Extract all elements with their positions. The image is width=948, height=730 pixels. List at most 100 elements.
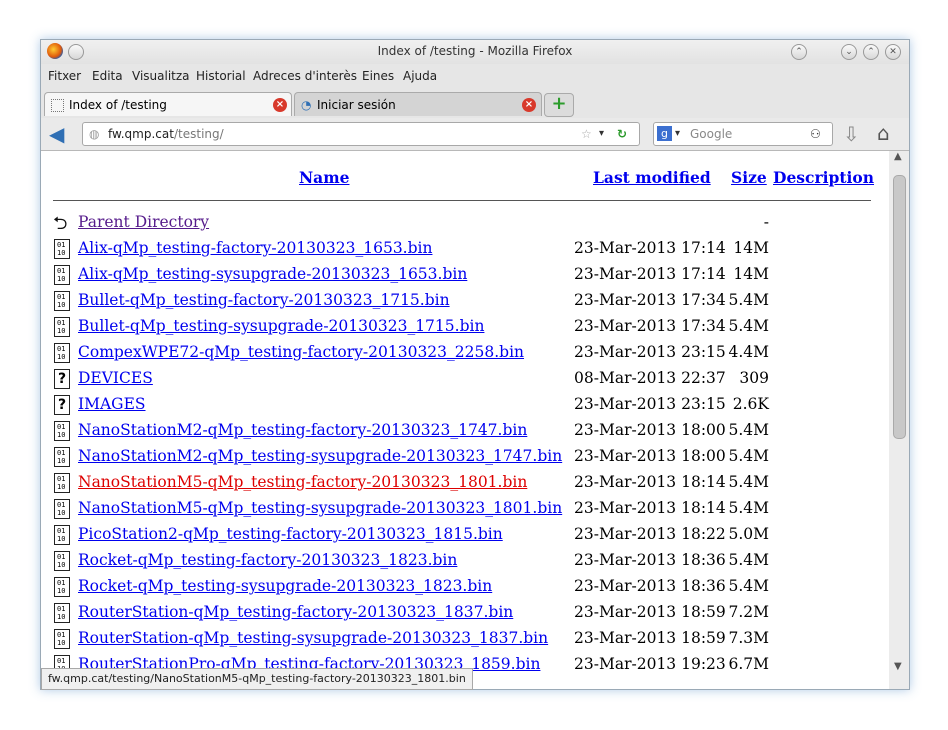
download-icon[interactable]: ⇩ xyxy=(843,122,860,146)
binary-file-icon: 01 10 xyxy=(54,291,70,311)
file-date: 23-Mar-2013 18:36 xyxy=(574,551,726,569)
binoculars-icon[interactable]: ⚇ xyxy=(810,123,821,145)
file-size: 7.2M xyxy=(728,603,769,621)
reload-icon[interactable]: ↻ xyxy=(617,123,627,145)
binary-file-icon: 01 10 xyxy=(54,473,70,493)
file-date: 23-Mar-2013 18:14 xyxy=(574,473,726,491)
table-row: ? DEVICES 08-Mar-2013 22:37 309 xyxy=(41,366,889,392)
file-link[interactable]: DEVICES xyxy=(78,369,153,387)
parent-directory-link[interactable]: Parent Directory xyxy=(78,213,209,231)
file-link[interactable]: NanoStationM2-qMp_testing-sysupgrade-201… xyxy=(78,447,562,465)
binary-file-icon: 01 10 xyxy=(54,577,70,597)
file-date: 23-Mar-2013 19:23 xyxy=(574,655,726,673)
table-row: 01 10 RouterStation-qMp_testing-factory-2… xyxy=(41,600,889,626)
scroll-down-icon[interactable]: ▼ xyxy=(894,661,902,672)
minimize-button[interactable]: ⌄ xyxy=(841,44,857,60)
scrollbar-thumb[interactable] xyxy=(893,175,906,439)
back-arrow-icon[interactable]: ◀ xyxy=(49,123,71,145)
binary-file-icon: 01 10 xyxy=(54,239,70,259)
header-last-modified[interactable]: Last modified xyxy=(593,168,711,187)
menu-ajuda[interactable]: Ajuda xyxy=(403,69,437,83)
table-row: 01 10 CompexWPE72-qMp_testing-factory-201… xyxy=(41,340,889,366)
file-link[interactable]: Alix-qMp_testing-sysupgrade-20130323_165… xyxy=(78,265,467,283)
new-tab-button[interactable]: + xyxy=(544,93,574,117)
file-link[interactable]: NanoStationM5-qMp_testing-sysupgrade-201… xyxy=(78,499,562,517)
file-link[interactable]: Rocket-qMp_testing-factory-20130323_1823… xyxy=(78,551,457,569)
file-link[interactable]: NanoStationM5-qMp_testing-factory-201303… xyxy=(78,473,527,491)
table-row: ? IMAGES 23-Mar-2013 23:15 2.6K xyxy=(41,392,889,418)
file-link[interactable]: IMAGES xyxy=(78,395,146,413)
file-date: 23-Mar-2013 18:59 xyxy=(574,629,726,647)
table-row: 01 10 NanoStationM5-qMp_testing-factory-2… xyxy=(41,470,889,496)
table-row: 01 10 Alix-qMp_testing-sysupgrade-2013032… xyxy=(41,262,889,288)
navigation-bar: ◀ ◍ fw.qmp.cat /testing/ ☆ ▾ ↻ g ▾ Googl… xyxy=(41,118,909,151)
tab-bar: Index of /testing × ◔ Iniciar sesión × + xyxy=(41,88,909,118)
tab-iniciar-sesion[interactable]: ◔ Iniciar sesión × xyxy=(294,92,542,116)
close-tab-icon[interactable]: × xyxy=(273,98,287,112)
menu-visualitza[interactable]: Visualitza xyxy=(132,69,190,83)
keep-above-button[interactable]: ⌃ xyxy=(791,44,807,60)
bookmark-star-icon[interactable]: ☆ xyxy=(581,123,592,145)
close-tab-icon[interactable]: × xyxy=(522,98,536,112)
binary-file-icon: 01 10 xyxy=(54,343,70,363)
menu-eines[interactable]: Eines xyxy=(362,69,394,83)
url-host: fw.qmp.cat xyxy=(108,127,174,141)
file-date: 23-Mar-2013 17:14 xyxy=(574,239,726,257)
header-description[interactable]: Description xyxy=(773,168,874,187)
file-size: 7.3M xyxy=(728,629,769,647)
menu-adreces[interactable]: Adreces d'interès xyxy=(253,69,357,83)
file-link[interactable]: NanoStationM2-qMp_testing-factory-201303… xyxy=(78,421,527,439)
globe-icon: ◍ xyxy=(89,127,100,141)
file-size: 5.4M xyxy=(728,473,769,491)
tab-index-testing[interactable]: Index of /testing × xyxy=(44,92,292,116)
file-link[interactable]: Bullet-qMp_testing-sysupgrade-20130323_1… xyxy=(78,317,484,335)
file-date: 23-Mar-2013 18:00 xyxy=(574,421,726,439)
binary-file-icon: 01 10 xyxy=(54,603,70,623)
file-size: 5.4M xyxy=(728,291,769,309)
header-name[interactable]: Name xyxy=(299,168,349,187)
file-size: 14M xyxy=(733,239,769,257)
engine-dropdown-icon[interactable]: ▾ xyxy=(675,123,680,145)
file-size: 2.6K xyxy=(732,395,769,413)
table-row: 01 10 NanoStationM2-qMp_testing-sysupgrad… xyxy=(41,444,889,470)
file-link[interactable]: RouterStation-qMp_testing-sysupgrade-201… xyxy=(78,629,548,647)
menu-fitxer[interactable]: Fitxer xyxy=(48,69,81,83)
search-bar[interactable]: g ▾ Google ⚇ xyxy=(653,122,833,146)
file-link[interactable]: Rocket-qMp_testing-sysupgrade-20130323_1… xyxy=(78,577,492,595)
file-link[interactable]: CompexWPE72-qMp_testing-factory-20130323… xyxy=(78,343,524,361)
menu-historial[interactable]: Historial xyxy=(196,69,246,83)
file-date: 23-Mar-2013 17:14 xyxy=(574,265,726,283)
file-link[interactable]: Alix-qMp_testing-factory-20130323_1653.b… xyxy=(78,239,432,257)
binary-file-icon: 01 10 xyxy=(54,317,70,337)
file-link[interactable]: RouterStation-qMp_testing-factory-201303… xyxy=(78,603,513,621)
binary-file-icon: 01 10 xyxy=(54,447,70,467)
file-size: 6.7M xyxy=(728,655,769,673)
home-icon[interactable]: ⌂ xyxy=(877,121,890,145)
table-row: 01 10 NanoStationM2-qMp_testing-factory-2… xyxy=(41,418,889,444)
file-date: 23-Mar-2013 18:22 xyxy=(574,525,726,543)
file-link[interactable]: Bullet-qMp_testing-factory-20130323_1715… xyxy=(78,291,450,309)
menu-edita[interactable]: Edita xyxy=(92,69,123,83)
file-link[interactable]: PicoStation2-qMp_testing-factory-2013032… xyxy=(78,525,503,543)
url-bar[interactable]: ◍ fw.qmp.cat /testing/ ☆ ▾ ↻ xyxy=(82,122,640,146)
google-engine-icon[interactable]: g xyxy=(657,126,672,141)
file-date: 23-Mar-2013 23:15 xyxy=(574,395,726,413)
unknown-file-icon: ? xyxy=(54,395,70,415)
file-size: 309 xyxy=(739,369,769,387)
close-window-button[interactable]: ✕ xyxy=(885,44,901,60)
maximize-button[interactable]: ⌃ xyxy=(863,44,879,60)
file-size: 5.0M xyxy=(728,525,769,543)
browser-window: Index of /testing - Mozilla Firefox ⌃ ⌄ … xyxy=(40,39,910,690)
binary-file-icon: 01 10 xyxy=(54,551,70,571)
page-content: Name Last modified Size Description ⮌ Pa… xyxy=(41,151,889,689)
tab-label: Index of /testing xyxy=(69,98,167,112)
vertical-scrollbar[interactable]: ▲ ▼ xyxy=(889,151,909,689)
file-size: 5.4M xyxy=(728,447,769,465)
binary-file-icon: 01 10 xyxy=(54,421,70,441)
table-row: 01 10 Rocket-qMp_testing-factory-20130323… xyxy=(41,548,889,574)
scroll-up-icon[interactable]: ▲ xyxy=(894,151,902,162)
history-dropdown-icon[interactable]: ▾ xyxy=(599,123,604,145)
file-size: 5.4M xyxy=(728,317,769,335)
header-size[interactable]: Size xyxy=(731,168,767,187)
table-row: 01 10 Bullet-qMp_testing-sysupgrade-20130… xyxy=(41,314,889,340)
